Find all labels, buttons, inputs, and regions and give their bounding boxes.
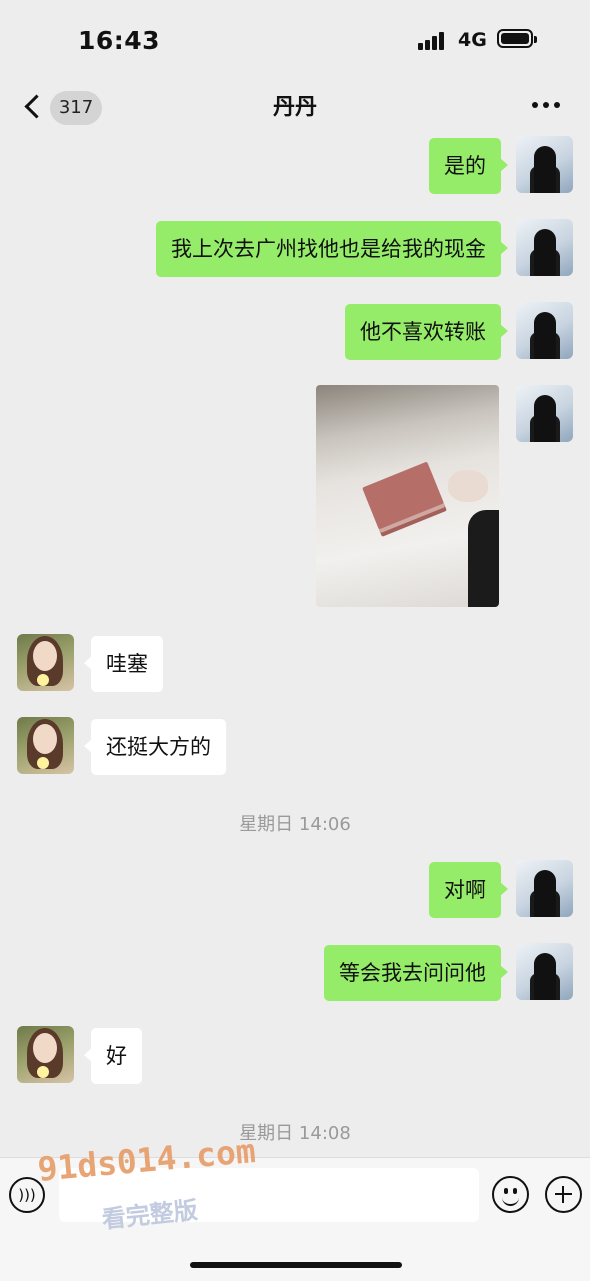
- more-button[interactable]: [528, 98, 564, 118]
- message-list[interactable]: 是的 我上次去广州找他也是给我的现金 他不喜欢转账 哇塞 还挺大方的 星期日 1…: [0, 135, 590, 1157]
- my-avatar[interactable]: [516, 136, 573, 193]
- status-time: 16:43: [78, 26, 161, 55]
- hand: [448, 470, 488, 502]
- my-avatar[interactable]: [516, 943, 573, 1000]
- outgoing-message[interactable]: 我上次去广州找他也是给我的现金: [156, 221, 508, 277]
- timestamp: 星期日 14:08: [239, 1123, 351, 1144]
- incoming-message[interactable]: 哇塞: [84, 636, 163, 692]
- contact-avatar[interactable]: [17, 717, 74, 774]
- status-bar: 16:43 4G: [0, 0, 590, 80]
- my-avatar[interactable]: [516, 302, 573, 359]
- outgoing-message[interactable]: 是的: [429, 138, 508, 194]
- signal-icon: [418, 32, 450, 50]
- timestamp: 星期日 14:06: [239, 814, 351, 835]
- sleeve: [468, 510, 499, 607]
- emoji-icon[interactable]: [492, 1176, 529, 1213]
- my-avatar[interactable]: [516, 385, 573, 442]
- incoming-message[interactable]: 还挺大方的: [84, 719, 226, 775]
- more-icon: [532, 102, 538, 108]
- incoming-message[interactable]: 好: [84, 1028, 142, 1084]
- chat-header: 317 丹丹: [0, 80, 590, 135]
- chat-title: 丹丹: [272, 95, 317, 120]
- contact-avatar[interactable]: [17, 634, 74, 691]
- image-message[interactable]: [316, 385, 499, 607]
- home-indicator[interactable]: [190, 1262, 402, 1268]
- outgoing-message[interactable]: 他不喜欢转账: [345, 304, 508, 360]
- cash-stack: [362, 461, 444, 530]
- outgoing-message[interactable]: 对啊: [429, 862, 508, 918]
- my-avatar[interactable]: [516, 219, 573, 276]
- outgoing-message[interactable]: 等会我去问问他: [324, 945, 508, 1001]
- plus-icon[interactable]: [545, 1176, 582, 1213]
- my-avatar[interactable]: [516, 860, 573, 917]
- network-label: 4G: [458, 29, 487, 51]
- battery-icon: [497, 29, 537, 48]
- contact-avatar[interactable]: [17, 1026, 74, 1083]
